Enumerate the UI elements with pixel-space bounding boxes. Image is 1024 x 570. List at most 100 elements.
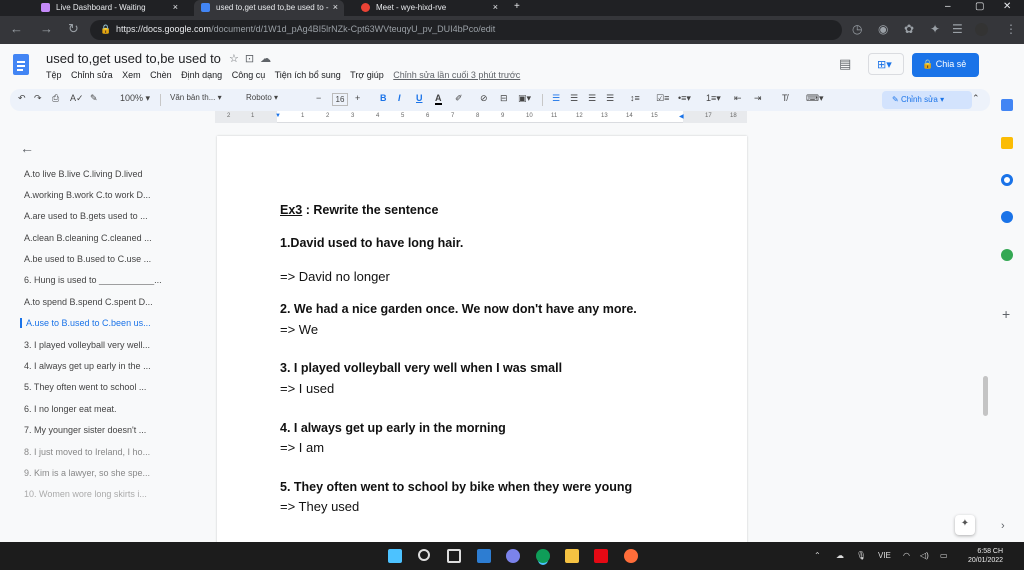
tab-google-doc[interactable]: used to,get used to,be used to - ×	[194, 0, 344, 16]
last-edit-link[interactable]: Chỉnh sửa lần cuối 3 phút trước	[393, 70, 520, 80]
menu-edit[interactable]: Chỉnh sửa	[71, 70, 113, 80]
hide-menus-icon[interactable]: ⌃	[972, 93, 980, 104]
outline-item[interactable]: 6. Hung is used to ___________...	[24, 275, 182, 285]
forward-arrow-icon[interactable]: →	[40, 21, 53, 36]
outline-item[interactable]: A.to live B.live C.living D.lived	[24, 169, 182, 179]
close-window-icon[interactable]: ✕	[1003, 1, 1011, 12]
menu-file[interactable]: Tệp	[46, 70, 62, 80]
system-clock[interactable]: 6:58 CH 20/01/2022	[968, 547, 1003, 565]
outline-item[interactable]: 5. They often went to school ...	[24, 382, 182, 392]
language-indicator[interactable]: VIE	[878, 551, 891, 560]
outline-item[interactable]: 7. My younger sister doesn't ...	[24, 425, 182, 435]
paint-format-icon[interactable]: ✎	[90, 93, 98, 104]
windows-start-icon[interactable]	[388, 549, 402, 563]
outline-item[interactable]: A.be used to B.used to C.use ...	[24, 254, 182, 264]
insert-image-icon[interactable]: ▣▾	[518, 93, 531, 104]
decrease-indent-icon[interactable]: ⇤	[734, 93, 742, 104]
outline-item[interactable]: 10. Women wore long skirts i...	[24, 489, 182, 499]
edge-browser-icon[interactable]	[536, 549, 550, 563]
horizontal-ruler[interactable]: 2 1 ▼ 1 2 3 4 5 6 7 8 9 10 11 12 13 14 1…	[215, 111, 747, 123]
outline-item[interactable]: 3. I played volleyball very well...	[24, 340, 182, 350]
right-indent-marker-icon[interactable]: ◀	[679, 113, 684, 120]
microphone-icon[interactable]: 🎙	[856, 551, 866, 560]
align-left-icon[interactable]: ☰	[552, 93, 560, 104]
close-icon[interactable]: ×	[493, 2, 498, 12]
outline-item[interactable]: 8. I just moved to Ireland, I ho...	[24, 447, 182, 457]
keep-icon[interactable]	[1001, 137, 1013, 149]
align-right-icon[interactable]: ☰	[588, 93, 596, 104]
highlight-icon[interactable]: ✐	[455, 93, 463, 104]
spellcheck-icon[interactable]: A✓	[70, 93, 84, 104]
back-arrow-icon[interactable]: ←	[10, 21, 23, 36]
italic-button[interactable]: I	[398, 93, 401, 103]
back-arrow-icon[interactable]: ←	[20, 140, 34, 156]
outline-item[interactable]: 4. I always get up early in the ...	[24, 361, 182, 371]
tab-meet[interactable]: Meet - wye-hixd-rve ×	[354, 0, 504, 16]
clear-formatting-icon[interactable]: T̸	[782, 93, 788, 103]
profile-avatar[interactable]	[975, 23, 988, 36]
font-size-decrease[interactable]: −	[316, 93, 321, 103]
maximize-icon[interactable]: ▢	[975, 1, 984, 12]
calendar-icon[interactable]	[1001, 99, 1013, 111]
outline-item[interactable]: A.to spend B.spend C.spent D...	[24, 297, 182, 307]
align-center-icon[interactable]: ☰	[570, 93, 578, 104]
menu-view[interactable]: Xem	[122, 70, 141, 80]
increase-indent-icon[interactable]: ⇥	[754, 93, 762, 104]
netflix-icon[interactable]	[594, 549, 608, 563]
text-color-button[interactable]: A	[435, 93, 442, 105]
outline-item[interactable]: A.clean B.cleaning C.cleaned ...	[24, 233, 182, 243]
docs-logo-icon[interactable]	[13, 54, 29, 75]
underline-button[interactable]: U	[416, 93, 423, 103]
comment-history-icon[interactable]: ▤	[839, 56, 851, 72]
line-spacing-icon[interactable]: ↕≡	[630, 93, 640, 103]
menu-insert[interactable]: Chèn	[150, 70, 172, 80]
outline-item[interactable]: A.working B.work C.to work D...	[24, 190, 182, 200]
chrome-menu-icon[interactable]: ⋮	[1005, 22, 1017, 36]
url-field[interactable]: 🔒 https://docs.google.com/document/d/1W1…	[90, 20, 842, 40]
bold-button[interactable]: B	[380, 93, 387, 103]
minimize-icon[interactable]: –	[945, 1, 951, 12]
font-select[interactable]: Roboto ▾	[246, 93, 278, 102]
document-title[interactable]: used to,get used to,be used to	[46, 51, 221, 66]
file-explorer-icon[interactable]	[565, 549, 579, 563]
task-view-icon[interactable]	[447, 549, 461, 563]
volume-icon[interactable]: ◁)	[920, 551, 929, 560]
maps-icon[interactable]	[1001, 249, 1013, 261]
outline-item[interactable]: 6. I no longer eat meat.	[24, 404, 182, 414]
app-icon[interactable]	[624, 549, 638, 563]
expand-panel-icon[interactable]: ›	[1001, 520, 1013, 532]
search-icon[interactable]	[418, 549, 430, 561]
extensions-puzzle-icon[interactable]: ✦	[930, 22, 940, 36]
menu-format[interactable]: Định dạng	[181, 70, 222, 80]
battery-icon[interactable]: ▭	[940, 551, 948, 560]
explore-button[interactable]: ✦	[955, 515, 975, 535]
tasks-icon[interactable]	[1001, 174, 1013, 186]
link-icon[interactable]: ⊘	[480, 93, 488, 104]
chat-icon[interactable]	[506, 549, 520, 563]
star-icon[interactable]: ☆	[229, 53, 245, 65]
print-icon[interactable]: ⎙	[52, 93, 59, 104]
menu-tools[interactable]: Công cụ	[232, 70, 266, 80]
new-tab-button[interactable]: +	[514, 1, 520, 12]
close-icon[interactable]: ×	[333, 2, 338, 12]
insert-comment-icon[interactable]: ⊟	[500, 93, 508, 104]
menu-help[interactable]: Trợ giúp	[350, 70, 384, 80]
font-size-increase[interactable]: +	[355, 93, 360, 103]
document-page[interactable]: Ex3 : Rewrite the sentence 1.David used …	[217, 136, 747, 556]
outline-item[interactable]: A.are used to B.gets used to ...	[24, 211, 182, 221]
cloud-icon[interactable]: ☁	[836, 551, 844, 560]
vertical-scrollbar[interactable]	[983, 376, 988, 416]
wifi-icon[interactable]: ◠	[903, 551, 910, 560]
move-folder-icon[interactable]: ⊡	[245, 53, 260, 65]
style-select[interactable]: Văn bản th... ▾	[170, 93, 222, 102]
justify-icon[interactable]: ☰	[606, 93, 614, 104]
extension-icon[interactable]: ◉	[878, 22, 888, 36]
outline-item[interactable]: 9. Kim is a lawyer, so she spe...	[24, 468, 182, 478]
close-icon[interactable]: ×	[173, 2, 178, 12]
extension-icon[interactable]: ✿	[904, 22, 914, 36]
bulleted-list-icon[interactable]: •≡▾	[678, 93, 691, 104]
widgets-icon[interactable]	[477, 549, 491, 563]
reading-list-icon[interactable]: ☰	[952, 22, 963, 36]
extension-icon[interactable]: ◷	[852, 22, 862, 36]
redo-icon[interactable]: ↷	[34, 93, 42, 104]
